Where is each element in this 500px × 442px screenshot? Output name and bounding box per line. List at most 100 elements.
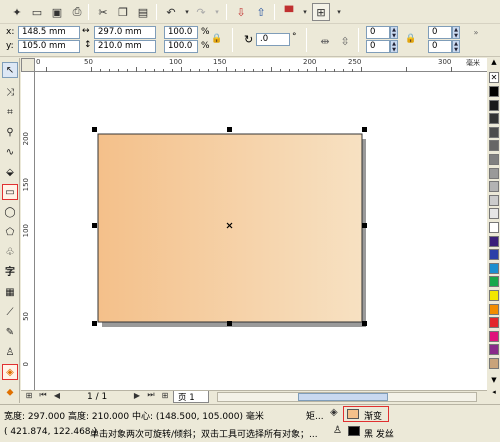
- table-tool-icon[interactable]: ▦: [2, 284, 18, 300]
- corner-bottom-left-spinner[interactable]: ▲ ▼: [390, 40, 398, 53]
- color-swatch[interactable]: [489, 303, 499, 315]
- mirror-vertical-icon[interactable]: ⇳: [336, 32, 354, 50]
- fill-bucket-icon: ◈: [330, 407, 338, 418]
- fill-indicator[interactable]: 渐变: [343, 406, 389, 422]
- new-icon[interactable]: ✦: [8, 3, 26, 21]
- color-swatch[interactable]: [489, 181, 499, 193]
- color-swatch[interactable]: [489, 249, 499, 261]
- palette-expand-icon[interactable]: ◂: [489, 388, 499, 398]
- color-swatch[interactable]: [489, 235, 499, 247]
- corner-bottom-right-spinner[interactable]: ▲ ▼: [452, 40, 460, 53]
- palette-scroll-up-icon[interactable]: ▲: [489, 58, 499, 68]
- redo-dropdown-icon[interactable]: ▾: [208, 3, 226, 21]
- color-swatch[interactable]: [489, 194, 499, 206]
- corner-top-left-field[interactable]: 0: [366, 26, 390, 39]
- polygon-tool-icon[interactable]: ⬠: [2, 224, 18, 240]
- ruler-tick-label: 0: [36, 58, 41, 66]
- toolbar-separator: [88, 4, 89, 20]
- export-icon[interactable]: ⇧: [252, 3, 270, 21]
- zoom-dropdown-icon[interactable]: ▾: [330, 3, 348, 21]
- color-swatch[interactable]: [489, 167, 499, 179]
- next-page-icon[interactable]: ▶: [131, 389, 143, 401]
- zoom-tool-icon[interactable]: ⚲: [2, 124, 18, 140]
- color-swatch[interactable]: [489, 290, 499, 301]
- pick-tool-icon[interactable]: ↖: [2, 62, 18, 78]
- ruler-tick-label: 300: [438, 58, 452, 66]
- color-swatch[interactable]: [489, 358, 499, 369]
- color-swatch[interactable]: [489, 154, 499, 165]
- no-color-swatch[interactable]: ✕: [489, 72, 499, 83]
- color-swatch[interactable]: [489, 208, 499, 220]
- basic-shapes-tool-icon[interactable]: ♧: [2, 244, 18, 260]
- color-swatch[interactable]: [489, 276, 499, 288]
- horizontal-scrollbar[interactable]: [217, 392, 477, 402]
- crop-tool-icon[interactable]: ⌗: [2, 104, 18, 120]
- corner-bottom-right-field[interactable]: 0: [428, 40, 452, 53]
- smart-fill-tool-icon[interactable]: ⬙: [2, 164, 18, 180]
- paste-icon[interactable]: ▤: [134, 3, 152, 21]
- add-page-after-icon[interactable]: ⊞: [159, 389, 171, 401]
- gradient-rectangle[interactable]: [97, 133, 363, 323]
- add-page-icon[interactable]: ⊞: [23, 389, 35, 401]
- horizontal-scrollbar-thumb[interactable]: [298, 393, 388, 401]
- page-tab[interactable]: 页 1: [173, 391, 209, 403]
- ellipse-tool-icon[interactable]: ◯: [2, 204, 18, 220]
- corner-top-left-spinner[interactable]: ▲ ▼: [390, 26, 398, 39]
- import-icon[interactable]: ⇩: [232, 3, 250, 21]
- color-swatch[interactable]: [489, 113, 499, 125]
- toolbar-separator: [156, 4, 157, 20]
- rotation-field[interactable]: .0: [256, 33, 290, 46]
- color-swatch[interactable]: [489, 330, 499, 342]
- width-field[interactable]: 297.0 mm: [94, 26, 156, 39]
- width-icon: ↔: [82, 26, 90, 36]
- height-field[interactable]: 210.0 mm: [94, 40, 156, 53]
- open-icon[interactable]: ▭: [28, 3, 46, 21]
- dimension-tool-icon[interactable]: ⟋: [2, 304, 18, 320]
- lock-ratio-icon[interactable]: 🔒: [210, 32, 224, 46]
- text-tool-icon[interactable]: 字: [2, 262, 18, 278]
- vertical-ruler[interactable]: 200 150 100 50 0: [21, 72, 35, 390]
- fill-tool-icon[interactable]: ◈: [2, 364, 18, 380]
- cut-icon[interactable]: ✂: [94, 3, 112, 21]
- color-swatch[interactable]: [489, 222, 499, 233]
- first-page-icon[interactable]: ⏮: [37, 389, 49, 401]
- freehand-tool-icon[interactable]: ∿: [2, 144, 18, 160]
- outline-tool-icon[interactable]: ♙: [2, 344, 18, 360]
- ruler-origin[interactable]: [21, 58, 35, 72]
- drawing-canvas[interactable]: [35, 72, 487, 390]
- save-icon[interactable]: ▣: [48, 3, 66, 21]
- corner-top-right-field[interactable]: 0: [428, 26, 452, 39]
- eyedropper-tool-icon[interactable]: ✎: [2, 324, 18, 340]
- color-swatch[interactable]: [489, 126, 499, 138]
- zoom-icon[interactable]: ⊞: [312, 3, 330, 21]
- shape-tool-icon[interactable]: ⤨: [2, 84, 18, 100]
- rectangle-tool-icon[interactable]: ▭: [2, 184, 18, 200]
- interactive-fill-tool-icon[interactable]: ⬥: [2, 384, 18, 400]
- color-swatch[interactable]: [489, 317, 499, 329]
- x-position-field[interactable]: 148.5 mm: [18, 26, 80, 39]
- toolbox: ↖ ⤨ ⌗ ⚲ ∿ ⬙ ▭ ◯ ⬠ ♧ 字 ▦ ⟋ ✎ ♙ ◈ ⬥: [0, 58, 20, 403]
- color-swatch[interactable]: [489, 99, 499, 111]
- y-position-field[interactable]: 105.0 mm: [18, 40, 80, 53]
- prev-page-icon[interactable]: ◀: [51, 389, 63, 401]
- color-swatch[interactable]: [489, 140, 499, 152]
- color-swatch[interactable]: [489, 262, 499, 274]
- last-page-icon[interactable]: ⏭: [145, 389, 157, 401]
- corner-top-right-spinner[interactable]: ▲ ▼: [452, 26, 460, 39]
- color-swatch[interactable]: [489, 344, 499, 356]
- scale-x-field[interactable]: 100.0: [164, 26, 198, 39]
- mirror-horizontal-icon[interactable]: ⇹: [316, 32, 334, 50]
- toolbar-separator: [232, 28, 233, 52]
- copy-icon[interactable]: ❐: [114, 3, 132, 21]
- scale-y-field[interactable]: 100.0: [164, 40, 198, 53]
- palette-scroll-down-icon[interactable]: ▼: [489, 376, 499, 386]
- corner-lock-icon[interactable]: 🔒: [404, 32, 418, 46]
- outline-color-swatch: [348, 426, 360, 436]
- horizontal-ruler[interactable]: 0 50 100 150 200 250 300 毫米: [21, 58, 487, 72]
- corner-bottom-left-field[interactable]: 0: [366, 40, 390, 53]
- y-label: y:: [6, 41, 14, 51]
- chevron-right-icon[interactable]: »: [470, 26, 482, 38]
- page-count: 1 / 1: [87, 392, 108, 402]
- print-icon[interactable]: ⎙: [68, 3, 86, 21]
- color-swatch[interactable]: [489, 86, 499, 97]
